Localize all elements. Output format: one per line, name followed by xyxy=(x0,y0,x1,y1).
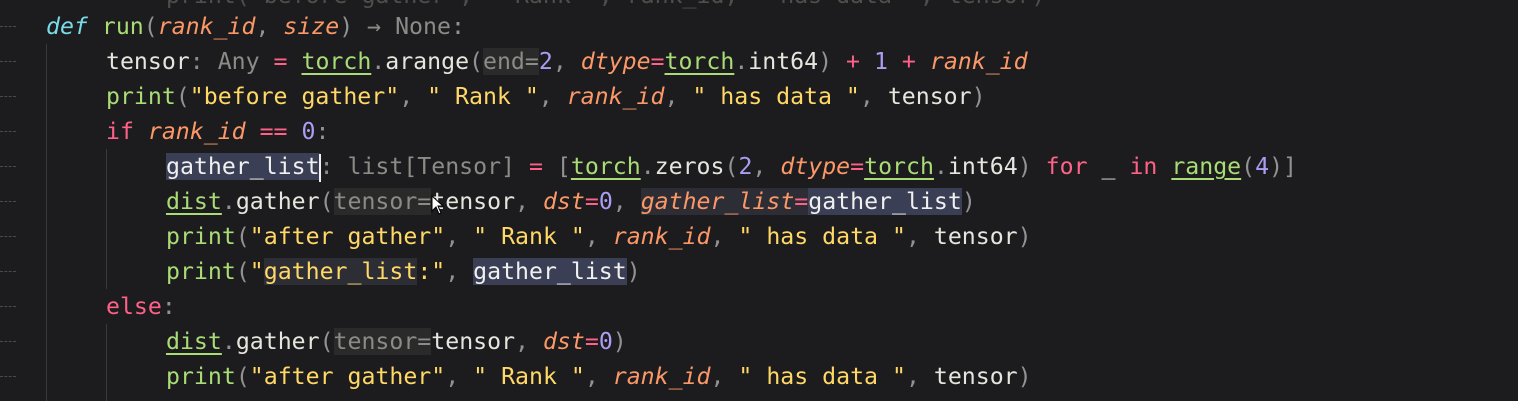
code-line-10: dist.gather(tensor=tensor, dst=0) xyxy=(166,328,627,355)
code-line-5: gather_list: list[Tensor] = [torch.zeros… xyxy=(166,153,1298,182)
keyword: else xyxy=(106,293,162,320)
string: :" xyxy=(417,258,446,285)
function-name: run xyxy=(101,13,144,40)
inlay-hint: tensor= xyxy=(333,328,432,355)
code-line-3: print("before gather", " Rank ", rank_id… xyxy=(106,83,986,110)
attribute: int64 xyxy=(748,48,819,75)
gutter-marker xyxy=(0,96,16,99)
attribute: int64 xyxy=(947,153,1018,180)
gutter-marker xyxy=(0,166,16,169)
keyword: for xyxy=(1045,153,1088,180)
string: " has data " xyxy=(692,83,860,110)
number: 2 xyxy=(538,48,553,75)
type-hint: list[Tensor] xyxy=(347,153,516,180)
code-editor[interactable]: print("before gather", " Rank ", rank_id… xyxy=(0,0,1518,401)
gutter-marker xyxy=(0,236,16,239)
keyword: def xyxy=(46,13,88,40)
function-name: print xyxy=(106,83,176,110)
module-name[interactable]: torch xyxy=(864,153,934,180)
inlay-hint: end= xyxy=(483,48,539,75)
string-match-highlight: gather_list xyxy=(263,258,418,285)
indent-guide xyxy=(46,44,47,401)
string: " Rank " xyxy=(427,83,539,110)
number: 2 xyxy=(738,153,753,180)
parameter: rank_id xyxy=(929,48,1028,75)
module-name[interactable]: dist xyxy=(166,188,222,215)
number: 1 xyxy=(873,48,888,75)
string: " Rank " xyxy=(473,363,585,390)
indent-guide xyxy=(106,324,107,401)
selected-variable[interactable]: gather_list xyxy=(166,153,320,180)
number: 0 xyxy=(598,328,613,355)
variable: tensor xyxy=(106,48,190,75)
code-line-9: else: xyxy=(106,293,176,320)
number: 0 xyxy=(301,118,316,145)
inlay-hint: tensor= xyxy=(333,188,432,215)
method-name: gather xyxy=(235,188,320,215)
highlighted-variable[interactable]: gather_list xyxy=(473,258,627,285)
string: "after gather" xyxy=(249,363,446,390)
module-name[interactable]: dist xyxy=(166,328,222,355)
function-name: print xyxy=(166,258,236,285)
gutter-marker xyxy=(0,271,16,274)
parameter: rank_id xyxy=(566,83,665,110)
code-line-2: tensor: Any = torch.arange(end=2, dtype=… xyxy=(106,48,1028,75)
variable: tensor xyxy=(431,328,516,355)
gutter-marker xyxy=(0,201,16,204)
function-name: print xyxy=(166,223,236,250)
gutter-marker xyxy=(0,131,16,134)
keyword: if xyxy=(106,118,134,145)
variable: tensor xyxy=(933,363,1018,390)
string: " has data " xyxy=(738,223,906,250)
string: "after gather" xyxy=(249,223,446,250)
gutter-marker xyxy=(0,306,16,309)
code-line-11: print("after gather", " Rank ", rank_id,… xyxy=(166,363,1032,390)
code-line-6: dist.gather(tensor=tensor, dst=0, gather… xyxy=(166,188,976,215)
method-name: arange xyxy=(385,48,470,75)
keyword-arg: dst xyxy=(542,328,585,355)
module-name[interactable]: torch xyxy=(301,48,371,75)
string: " Rank " xyxy=(473,223,585,250)
string: " has data " xyxy=(738,363,906,390)
code-line-4: if rank_id == 0: xyxy=(106,118,330,145)
code-line-1: def run(rank_id, size) → None: xyxy=(46,13,465,40)
module-name[interactable]: torch xyxy=(665,48,735,75)
gutter-marker xyxy=(0,376,16,379)
gutter-marker xyxy=(0,26,16,29)
parameter: size xyxy=(283,13,340,40)
module-name[interactable]: torch xyxy=(571,153,641,180)
gutter-marker xyxy=(0,61,16,64)
highlighted-variable[interactable]: gather_list xyxy=(808,188,962,215)
variable: _ xyxy=(1101,153,1116,180)
parameter: rank_id xyxy=(157,13,256,40)
keyword: in xyxy=(1129,153,1158,180)
code-line-8: print("gather_list:", gather_list) xyxy=(166,258,641,285)
parameter: rank_id xyxy=(147,118,246,145)
keyword-arg: dst xyxy=(542,188,585,215)
number: 4 xyxy=(1255,153,1270,180)
keyword-arg: gather_list xyxy=(640,188,795,215)
variable: tensor xyxy=(933,223,1018,250)
builtin-function[interactable]: range xyxy=(1171,153,1241,180)
keyword-arg: dtype xyxy=(780,153,851,180)
indent-guide xyxy=(106,149,107,289)
method-name: zeros xyxy=(654,153,725,180)
method-name: gather xyxy=(235,328,320,355)
string: " xyxy=(249,258,264,285)
return-type-hint: None xyxy=(395,13,451,40)
parameter: rank_id xyxy=(612,223,711,250)
gutter-marker xyxy=(0,341,16,344)
code-line-7: print("after gather", " Rank ", rank_id,… xyxy=(166,223,1032,250)
type-hint: Any xyxy=(217,48,260,75)
function-name: print xyxy=(166,363,236,390)
string: "before gather" xyxy=(189,83,400,110)
parameter: rank_id xyxy=(612,363,711,390)
operator: == xyxy=(259,118,288,145)
number: 0 xyxy=(598,188,613,215)
keyword-arg: dtype xyxy=(580,48,651,75)
variable: tensor xyxy=(887,83,972,110)
mouse-cursor-icon xyxy=(431,195,445,215)
